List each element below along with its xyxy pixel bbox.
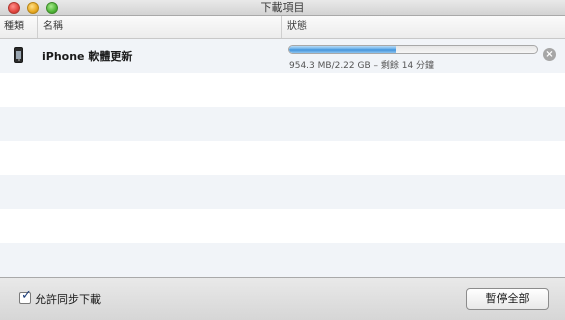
download-progress-bar xyxy=(288,45,538,54)
empty-row xyxy=(0,243,565,277)
bottom-bar: ✓ 允許同步下載 暫停全部 xyxy=(0,277,565,320)
download-row[interactable]: iPhone 軟體更新 954.3 MB/2.22 GB – 剩餘 14 分鐘 … xyxy=(0,39,565,73)
column-name-header[interactable]: 名稱 xyxy=(38,16,282,38)
iphone-icon xyxy=(14,47,23,63)
allow-simultaneous-label[interactable]: 允許同步下載 xyxy=(35,291,101,307)
column-header: 種類 名稱 狀態 xyxy=(0,16,565,39)
empty-row xyxy=(0,107,565,141)
pause-all-button[interactable]: 暫停全部 xyxy=(466,288,549,310)
download-item-name: iPhone 軟體更新 xyxy=(42,50,133,63)
empty-row xyxy=(0,141,565,175)
empty-row xyxy=(0,175,565,209)
empty-row xyxy=(0,209,565,243)
title-bar[interactable]: 下載項目 xyxy=(0,0,565,16)
column-kind-header[interactable]: 種類 xyxy=(0,16,38,38)
allow-simultaneous-checkbox[interactable]: ✓ xyxy=(19,288,32,304)
downloads-list: iPhone 軟體更新 954.3 MB/2.22 GB – 剩餘 14 分鐘 … xyxy=(0,39,565,277)
cancel-download-button[interactable]: × xyxy=(543,48,556,61)
column-status-header[interactable]: 狀態 xyxy=(282,16,565,38)
download-progress-fill xyxy=(289,46,396,53)
window-title: 下載項目 xyxy=(260,1,305,14)
download-progress-detail: 954.3 MB/2.22 GB – 剩餘 14 分鐘 xyxy=(289,61,435,71)
empty-row xyxy=(0,73,565,107)
checkmark-icon: ✓ xyxy=(21,288,32,303)
downloads-window: 下載項目 種類 名稱 狀態 iPhone 軟體更新 954.3 MB/2.22 … xyxy=(0,0,565,320)
